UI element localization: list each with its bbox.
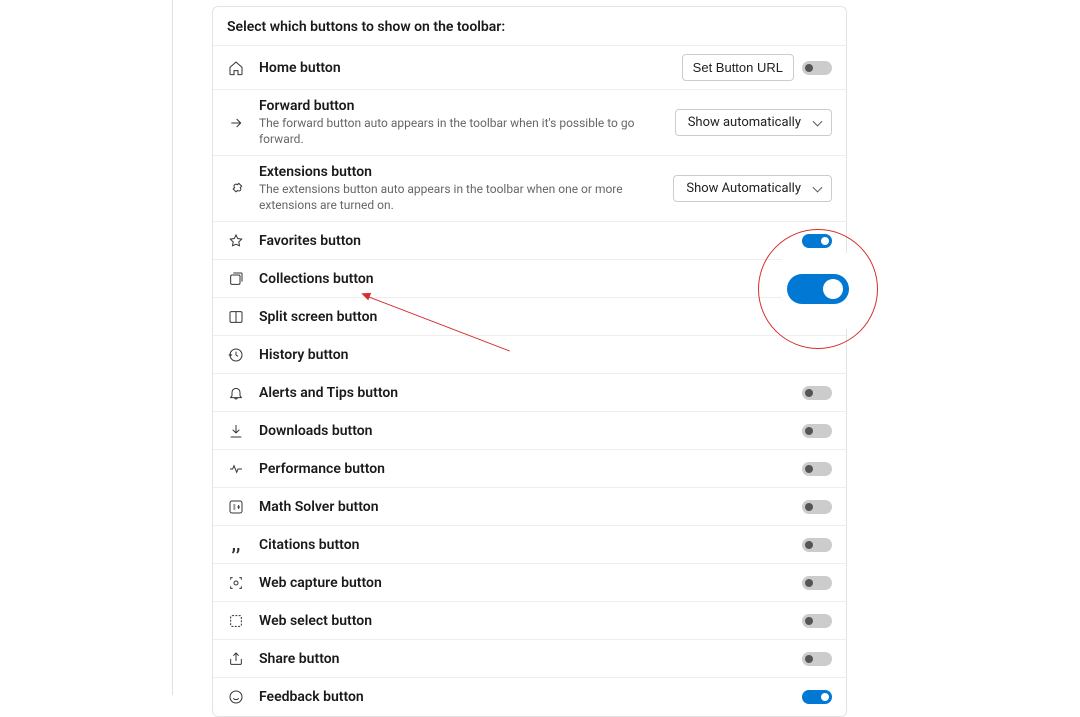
select-label: Show Automatically bbox=[686, 181, 801, 196]
extensions-select[interactable]: Show Automatically bbox=[673, 175, 832, 202]
feedback-icon bbox=[227, 688, 245, 706]
row-title: Citations button bbox=[259, 537, 788, 553]
row-title: Web select button bbox=[259, 613, 788, 629]
sidebar-divider bbox=[172, 0, 173, 695]
row-performance: Performance button bbox=[213, 450, 846, 488]
alerts-toggle[interactable] bbox=[802, 386, 832, 400]
row-title: Performance button bbox=[259, 461, 788, 477]
collections-icon bbox=[227, 270, 245, 288]
row-downloads: Downloads button bbox=[213, 412, 846, 450]
row-collections: Collections button bbox=[213, 260, 846, 298]
quote-icon: ,, bbox=[227, 536, 245, 554]
row-split-screen: Split screen button bbox=[213, 298, 846, 336]
star-icon bbox=[227, 232, 245, 250]
math-icon bbox=[227, 498, 245, 516]
row-title: Collections button bbox=[259, 271, 818, 287]
row-feedback: Feedback button bbox=[213, 678, 846, 716]
row-title: Math Solver button bbox=[259, 499, 788, 515]
row-web-capture: Web capture button bbox=[213, 564, 846, 602]
panel-header: Select which buttons to show on the tool… bbox=[213, 7, 846, 46]
share-toggle[interactable] bbox=[802, 652, 832, 666]
webselect-toggle[interactable] bbox=[802, 614, 832, 628]
row-share: Share button bbox=[213, 640, 846, 678]
row-extensions: Extensions button The extensions button … bbox=[213, 156, 846, 222]
row-title: Home button bbox=[259, 60, 668, 76]
row-title: Forward button bbox=[259, 98, 661, 114]
citations-toggle[interactable] bbox=[802, 538, 832, 552]
select-label: Show automatically bbox=[688, 115, 801, 130]
forward-select[interactable]: Show automatically bbox=[675, 109, 832, 136]
home-icon bbox=[227, 59, 245, 77]
row-title: Favorites button bbox=[259, 233, 788, 249]
extension-icon bbox=[227, 180, 245, 198]
downloads-toggle[interactable] bbox=[802, 424, 832, 438]
home-toggle[interactable] bbox=[802, 61, 832, 75]
toolbar-buttons-panel: Select which buttons to show on the tool… bbox=[212, 6, 847, 717]
math-toggle[interactable] bbox=[802, 500, 832, 514]
split-screen-icon bbox=[227, 308, 245, 326]
row-title: Share button bbox=[259, 651, 788, 667]
set-url-button[interactable]: Set Button URL bbox=[682, 54, 794, 81]
row-web-select: Web select button bbox=[213, 602, 846, 640]
performance-toggle[interactable] bbox=[802, 462, 832, 476]
row-title: Alerts and Tips button bbox=[259, 385, 788, 401]
row-favorites: Favorites button bbox=[213, 222, 846, 260]
row-title: Feedback button bbox=[259, 689, 788, 705]
row-math: Math Solver button bbox=[213, 488, 846, 526]
row-desc: The forward button auto appears in the t… bbox=[259, 116, 661, 147]
capture-icon bbox=[227, 574, 245, 592]
history-icon bbox=[227, 346, 245, 364]
favorites-toggle[interactable] bbox=[802, 234, 832, 248]
bell-icon bbox=[227, 384, 245, 402]
webcapture-toggle[interactable] bbox=[802, 576, 832, 590]
heartbeat-icon bbox=[227, 460, 245, 478]
row-history: History button bbox=[213, 336, 846, 374]
row-title: Downloads button bbox=[259, 423, 788, 439]
row-title: Split screen button bbox=[259, 309, 772, 325]
row-home: Home button Set Button URL bbox=[213, 46, 846, 90]
share-icon bbox=[227, 650, 245, 668]
row-citations: ,, Citations button bbox=[213, 526, 846, 564]
download-icon bbox=[227, 422, 245, 440]
row-title: Extensions button bbox=[259, 164, 659, 180]
select-icon bbox=[227, 612, 245, 630]
row-forward: Forward button The forward button auto a… bbox=[213, 90, 846, 156]
forward-arrow-icon bbox=[227, 114, 245, 132]
row-title: History button bbox=[259, 347, 818, 363]
row-title: Web capture button bbox=[259, 575, 788, 591]
row-alerts: Alerts and Tips button bbox=[213, 374, 846, 412]
row-desc: The extensions button auto appears in th… bbox=[259, 182, 659, 213]
feedback-toggle[interactable] bbox=[802, 690, 832, 704]
